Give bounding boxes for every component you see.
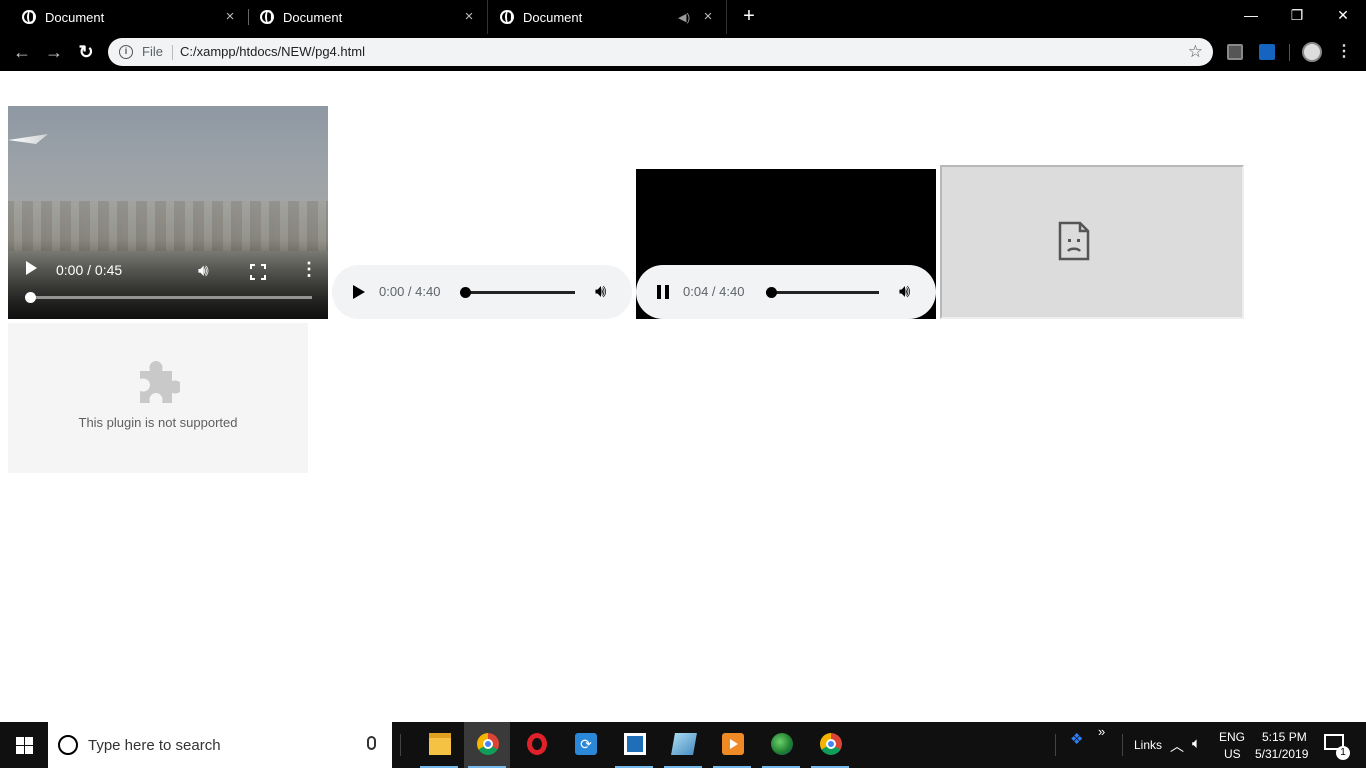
opera-icon[interactable] bbox=[513, 722, 559, 768]
minimize-button[interactable]: — bbox=[1228, 0, 1274, 30]
plugin-placeholder: This plugin is not supported bbox=[8, 323, 308, 473]
taskbar: Type here to search ⟳ ❖ » Links ︿ 🔈︎ ENG… bbox=[0, 722, 1366, 768]
editor-app-icon[interactable] bbox=[611, 722, 657, 768]
dropbox-icon[interactable]: ❖ bbox=[1070, 730, 1083, 748]
audio-seek-thumb[interactable] bbox=[766, 287, 777, 298]
tray-divider bbox=[1122, 734, 1123, 756]
play-icon[interactable] bbox=[353, 285, 365, 299]
chrome-icon[interactable] bbox=[464, 722, 510, 768]
video-time: 0:00 / 0:45 bbox=[56, 262, 123, 278]
tab-audio-icon[interactable]: ◀) bbox=[678, 11, 694, 24]
video-seek-thumb[interactable] bbox=[25, 292, 36, 303]
media-player-icon[interactable] bbox=[709, 722, 755, 768]
clock-date[interactable]: 5/31/2019 bbox=[1255, 747, 1308, 761]
video-controls-gradient bbox=[8, 239, 328, 319]
windows-logo-icon bbox=[16, 737, 24, 745]
volume-icon[interactable]: 🔊︎ bbox=[595, 281, 606, 302]
audio-time: 0:04 / 4:40 bbox=[683, 284, 745, 299]
video-seek-track[interactable] bbox=[30, 296, 312, 299]
speaker-icon[interactable]: 🔈︎ bbox=[1192, 735, 1201, 752]
forward-button[interactable]: → bbox=[40, 38, 68, 66]
puzzle-piece-icon bbox=[140, 361, 180, 403]
browser-toolbar: ← → ↻ i File C:/xampp/htdocs/NEW/pg4.htm… bbox=[0, 34, 1366, 71]
sad-page-icon bbox=[1058, 221, 1090, 261]
chrome-icon[interactable] bbox=[807, 722, 853, 768]
globe-icon bbox=[22, 10, 36, 24]
pause-icon[interactable] bbox=[657, 285, 669, 299]
taskbar-divider bbox=[400, 734, 401, 756]
extension-blue-icon[interactable] bbox=[1259, 44, 1275, 60]
microphone-icon[interactable] bbox=[367, 736, 376, 750]
overflow-chevron[interactable]: » bbox=[1098, 724, 1105, 739]
close-tab-button[interactable]: × bbox=[461, 9, 477, 25]
more-options-icon[interactable]: ⋮ bbox=[300, 260, 318, 278]
toolbar-divider bbox=[1289, 44, 1290, 61]
search-placeholder: Type here to search bbox=[88, 737, 221, 754]
audio-player-1[interactable]: 0:00 / 4:40 🔊︎ bbox=[332, 265, 632, 319]
clock-time[interactable]: 5:15 PM bbox=[1262, 730, 1307, 744]
globe-icon bbox=[500, 10, 514, 24]
windows-logo-icon bbox=[25, 746, 33, 754]
chrome-menu-button[interactable]: ⋮ bbox=[1336, 40, 1352, 64]
input-region[interactable]: US bbox=[1224, 747, 1241, 761]
url-text[interactable]: C:/xampp/htdocs/NEW/pg4.html bbox=[180, 44, 365, 59]
restore-button[interactable]: ❐ bbox=[1274, 0, 1320, 30]
close-window-button[interactable]: ✕ bbox=[1320, 0, 1366, 30]
omnibox-divider bbox=[172, 45, 173, 60]
video-frame-wing bbox=[8, 134, 48, 144]
fullscreen-icon[interactable] bbox=[248, 262, 266, 280]
volume-icon[interactable]: 🔊︎ bbox=[899, 281, 910, 302]
volume-icon[interactable]: 🔊︎ bbox=[198, 261, 209, 281]
windows-logo-icon bbox=[16, 746, 24, 754]
play-icon[interactable] bbox=[26, 261, 37, 275]
links-toolbar[interactable]: Links bbox=[1134, 738, 1162, 752]
globe-icon bbox=[260, 10, 274, 24]
profile-avatar-icon[interactable] bbox=[1302, 42, 1322, 62]
tab-title: Document bbox=[523, 9, 583, 25]
embedded-frame bbox=[940, 165, 1244, 319]
notepad-app-icon[interactable] bbox=[660, 722, 706, 768]
download-manager-icon[interactable] bbox=[758, 722, 804, 768]
plugin-message: This plugin is not supported bbox=[78, 415, 238, 430]
windows-logo-icon bbox=[25, 737, 33, 745]
tab-title: Document bbox=[283, 9, 343, 25]
scheme-label: File bbox=[142, 44, 163, 59]
taskbar-search[interactable]: Type here to search bbox=[48, 722, 392, 768]
page-content: 0:00 / 0:45 🔊︎ ⋮ 0:00 / 4:40 🔊︎ 0:04 / 4… bbox=[0, 71, 1366, 722]
start-button[interactable] bbox=[0, 722, 48, 768]
tab-2[interactable]: Document × bbox=[238, 0, 487, 34]
address-bar[interactable]: i File C:/xampp/htdocs/NEW/pg4.html ☆ bbox=[108, 38, 1213, 66]
tab-1[interactable]: Document × bbox=[0, 0, 248, 34]
bookmark-star-icon[interactable]: ☆ bbox=[1188, 42, 1203, 62]
close-tab-button[interactable]: × bbox=[700, 9, 716, 25]
sync-app-icon[interactable]: ⟳ bbox=[562, 722, 608, 768]
reload-button[interactable]: ↻ bbox=[72, 38, 100, 66]
audio-time: 0:00 / 4:40 bbox=[379, 284, 441, 299]
tab-title: Document bbox=[45, 9, 105, 25]
audio-seek-track[interactable] bbox=[766, 291, 879, 294]
extension-icon[interactable] bbox=[1227, 44, 1243, 60]
audio-player-2[interactable]: 0:04 / 4:40 🔊︎ bbox=[636, 265, 936, 319]
notification-count-badge: 1 bbox=[1336, 746, 1350, 760]
tab-strip: Document × Document × Document ◀) × + — … bbox=[0, 0, 1366, 34]
close-tab-button[interactable]: × bbox=[222, 9, 238, 25]
back-button[interactable]: ← bbox=[8, 38, 36, 66]
cortana-icon bbox=[58, 735, 78, 755]
tray-divider bbox=[1055, 734, 1056, 756]
input-language[interactable]: ENG bbox=[1219, 730, 1245, 744]
new-tab-button[interactable]: + bbox=[738, 5, 760, 27]
show-hidden-icons-icon[interactable]: ︿ bbox=[1170, 736, 1184, 756]
video-player[interactable]: 0:00 / 0:45 🔊︎ ⋮ bbox=[8, 106, 328, 319]
info-icon[interactable]: i bbox=[119, 45, 133, 59]
tab-3-active[interactable]: Document ◀) × bbox=[487, 0, 727, 34]
file-explorer-icon[interactable] bbox=[416, 722, 462, 768]
audio-seek-thumb[interactable] bbox=[460, 287, 471, 298]
audio-seek-track[interactable] bbox=[462, 291, 575, 294]
